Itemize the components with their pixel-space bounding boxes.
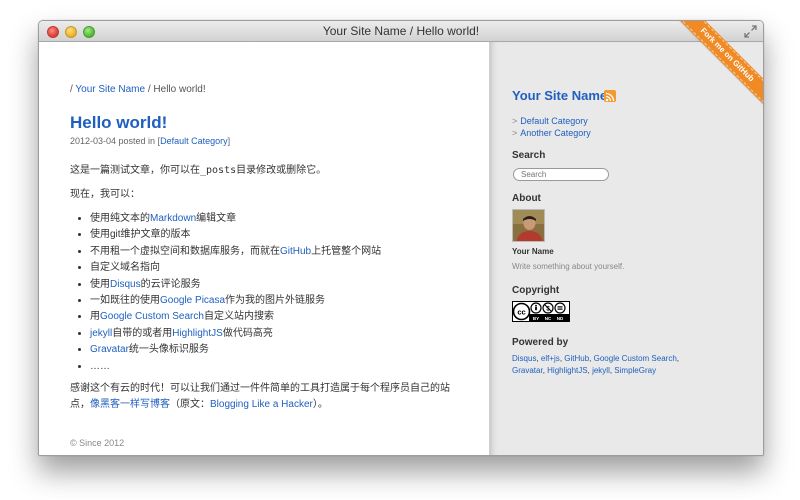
window-title: Your Site Name / Hello world! — [322, 24, 480, 38]
list-item: jekyll自带的或者用HighlightJS做代码高亮 — [90, 326, 465, 342]
meta-bracket: ] — [227, 136, 231, 146]
creative-commons-icon[interactable]: cc $ BY NC ND — [512, 301, 570, 322]
footer-copyright: © Since 2012 — [70, 438, 125, 448]
breadcrumb: / Your Site Name / Hello world! — [70, 84, 206, 95]
post-date: 2012-03-04 posted in [ — [70, 136, 161, 146]
breadcrumb-home-link[interactable]: Your Site Name — [75, 84, 145, 95]
category-link-default[interactable]: Default Category — [520, 116, 588, 126]
avatar — [512, 209, 545, 242]
list-item: 自定义域名指向 — [90, 260, 465, 276]
blogging-like-hacker-link[interactable]: Blogging Like a Hacker — [210, 399, 313, 410]
title-bar[interactable]: Your Site Name / Hello world! — [39, 21, 763, 42]
picasa-link[interactable]: Google Picasa — [160, 295, 225, 306]
author-bio: Write something about yourself. — [512, 262, 625, 271]
markdown-link[interactable]: Markdown — [150, 213, 196, 224]
main-content: / Your Site Name / Hello world! Hello wo… — [39, 42, 489, 455]
powered-link-gravatar[interactable]: Gravatar — [512, 366, 543, 375]
list-item: 一如既往的使用Google Picasa作为我的图片外链服务 — [90, 293, 465, 309]
chevron-right-icon: > — [512, 128, 518, 138]
cc-label-nd: ND — [557, 316, 564, 321]
outro-paragraph: 感谢这个有云的时代！可以让我们通过一件件简单的工具打造属于每个程序员自己的站点，… — [70, 381, 465, 413]
cc-label-by: BY — [533, 316, 539, 321]
intro-paragraph: 这是一篇测试文章，你可以在_posts目录修改或删除它。 — [70, 163, 465, 179]
rss-icon[interactable] — [604, 90, 616, 102]
breadcrumb-separator: / — [147, 84, 151, 95]
jekyll-link[interactable]: jekyll — [90, 328, 112, 339]
copyright-heading: Copyright — [512, 285, 560, 296]
powered-link-highlightjs[interactable]: HighlightJS — [547, 366, 587, 375]
fullscreen-resize-icon[interactable] — [744, 25, 757, 38]
post-title[interactable]: Hello world! — [70, 113, 167, 133]
intro-text: 这是一篇测试文章，你可以在 — [70, 165, 200, 176]
powered-link-simplegray[interactable]: SimpleGray — [614, 366, 656, 375]
powered-link-google-custom-search[interactable]: Google Custom Search — [594, 354, 677, 363]
post-body: 这是一篇测试文章，你可以在_posts目录修改或删除它。 现在，我可以： 使用纯… — [70, 163, 465, 421]
github-link[interactable]: GitHub — [280, 246, 311, 257]
powered-link-disqus[interactable]: Disqus — [512, 354, 536, 363]
highlightjs-link[interactable]: HighlightJS — [172, 328, 223, 339]
powered-link-elfjs[interactable]: elf+js — [541, 354, 560, 363]
breadcrumb-current: Hello world! — [153, 84, 206, 95]
disqus-link[interactable]: Disqus — [110, 279, 141, 290]
category-link-another[interactable]: Another Category — [520, 128, 591, 138]
now-paragraph: 现在，我可以： — [70, 189, 140, 200]
list-item: 用Google Custom Search自定义站内搜索 — [90, 309, 465, 325]
google-custom-search-link[interactable]: Google Custom Search — [100, 311, 204, 322]
author-name: Your Name — [512, 247, 554, 256]
post-meta: 2012-03-04 posted in [Default Category] — [70, 136, 230, 146]
intro-code: _posts — [200, 165, 237, 176]
powered-link-github[interactable]: GitHub — [564, 354, 589, 363]
sidebar-site-name[interactable]: Your Site Name — [512, 88, 607, 103]
powered-link-jekyll[interactable]: jekyll — [592, 366, 610, 375]
intro-text-end: 目录修改或删除它。 — [236, 165, 327, 176]
list-item: …… — [90, 359, 465, 375]
cc-label-nc: NC — [545, 316, 552, 321]
list-item: Gravatar统一头像标识服务 — [90, 342, 465, 358]
post-category-link[interactable]: Default Category — [160, 136, 228, 146]
list-item: 使用git维护文章的版本 — [90, 227, 465, 243]
about-heading: About — [512, 193, 541, 204]
search-heading: Search — [512, 150, 546, 161]
sidebar: Your Site Name > Default Category > Anothe… — [489, 42, 763, 455]
browser-window: Your Site Name / Hello world! / Your Sit… — [38, 20, 764, 456]
feature-list: 使用纯文本的Markdown编辑文章 使用git维护文章的版本 不用租一个虚拟空… — [90, 211, 465, 375]
search-input[interactable] — [513, 168, 609, 181]
category-item: > Another Category — [512, 127, 591, 139]
list-item: 不用租一个虚拟空间和数据库服务，而就在GitHub上托管整个网站 — [90, 244, 465, 260]
chevron-right-icon: > — [512, 116, 518, 126]
powered-by-links: Disqus, elf+js, GitHub, Google Custom Se… — [512, 354, 680, 375]
list-item: 使用Disqus的云评论服务 — [90, 277, 465, 293]
category-item: > Default Category — [512, 115, 591, 127]
list-item: 使用纯文本的Markdown编辑文章 — [90, 211, 465, 227]
hacker-blog-link[interactable]: 像黑客一样写博客 — [90, 399, 170, 410]
svg-text:cc: cc — [517, 307, 525, 316]
gravatar-link[interactable]: Gravatar — [90, 344, 129, 355]
category-list: > Default Category > Another Category — [512, 115, 591, 139]
outro-mid: （原文： — [170, 399, 210, 411]
breadcrumb-separator: / — [70, 84, 73, 95]
outro-end: ）。 — [312, 399, 328, 411]
powered-by-heading: Powered by — [512, 337, 569, 348]
